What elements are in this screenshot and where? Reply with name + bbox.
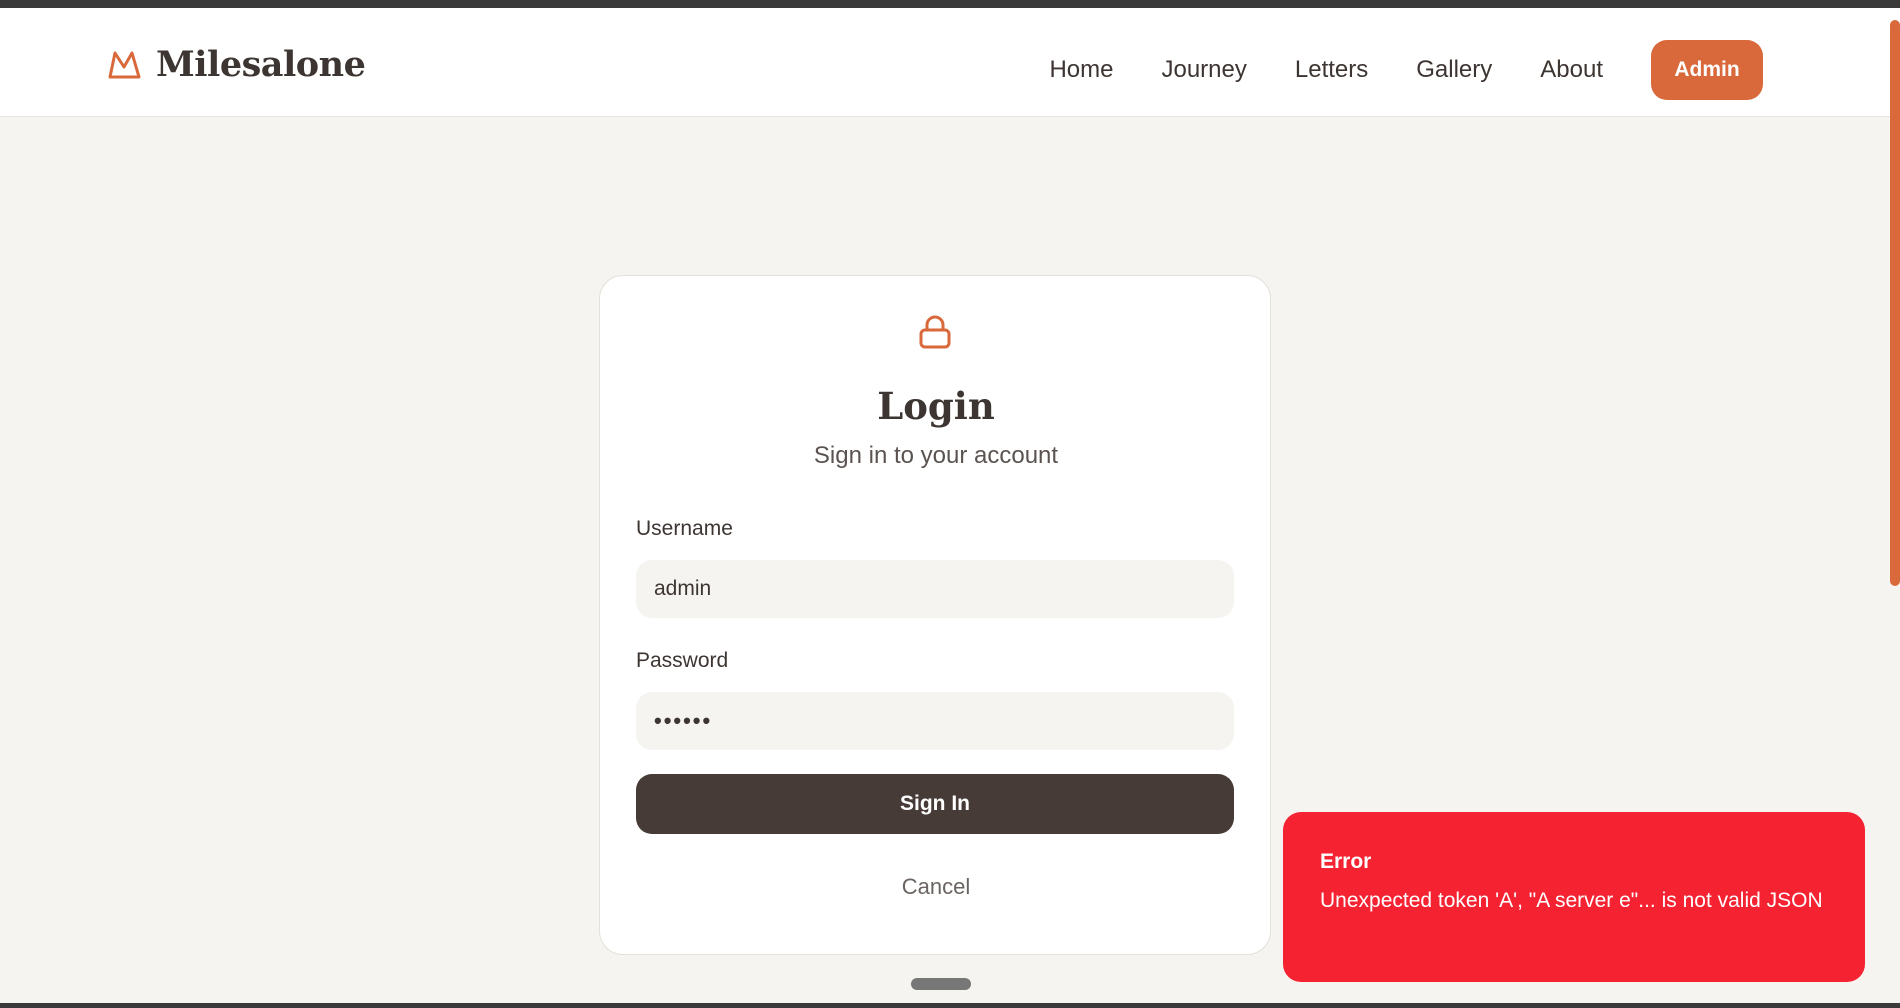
window-bottom-border: [0, 1003, 1900, 1008]
toast-message: Unexpected token 'A', "A server e"... is…: [1320, 889, 1823, 912]
mountain-icon: [108, 51, 141, 79]
nav-about[interactable]: About: [1540, 56, 1603, 84]
sign-in-button[interactable]: Sign In: [636, 774, 1234, 834]
main-nav: Home Journey Letters Gallery About Admin: [1049, 40, 1763, 100]
cancel-link[interactable]: Cancel: [600, 874, 1272, 900]
login-card: Login Sign in to your account Username a…: [599, 275, 1271, 955]
brand-logo[interactable]: Milesalone: [107, 42, 366, 86]
site-header: Milesalone Home Journey Letters Gallery …: [0, 8, 1900, 117]
scrollbar[interactable]: [1888, 8, 1900, 1008]
window-top-border: [0, 0, 1900, 8]
admin-button[interactable]: Admin: [1651, 40, 1763, 100]
login-title: Login: [877, 384, 995, 428]
nav-home[interactable]: Home: [1049, 56, 1113, 84]
lock-icon: [919, 315, 951, 349]
nav-letters[interactable]: Letters: [1295, 56, 1368, 84]
login-subtitle: Sign in to your account: [813, 442, 1059, 469]
error-toast[interactable]: Error Unexpected token 'A', "A server e"…: [1283, 812, 1865, 982]
username-field[interactable]: admin: [636, 560, 1234, 618]
password-label: Password: [636, 649, 729, 672]
drag-handle[interactable]: [911, 978, 971, 990]
password-field[interactable]: ••••••: [636, 692, 1234, 750]
brand-name: Milesalone: [156, 43, 366, 85]
nav-journey[interactable]: Journey: [1161, 56, 1246, 84]
toast-title: Error: [1320, 850, 1372, 873]
nav-gallery[interactable]: Gallery: [1416, 56, 1492, 84]
username-label: Username: [636, 517, 733, 540]
scrollbar-thumb[interactable]: [1890, 20, 1900, 586]
